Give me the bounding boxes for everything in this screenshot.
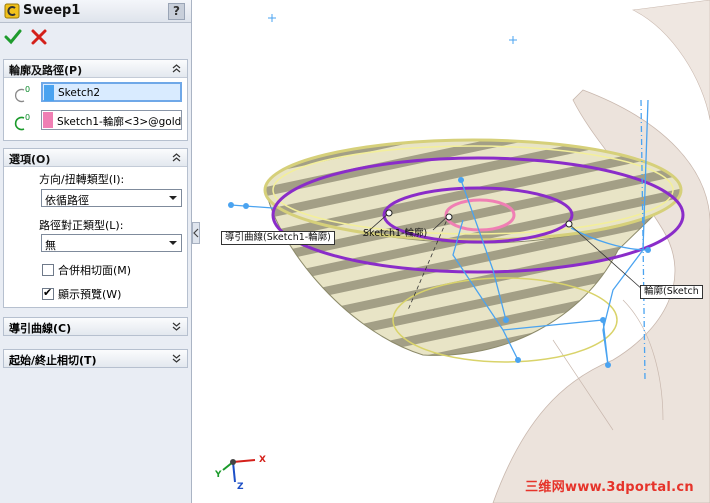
path-color-swatch — [43, 112, 53, 128]
svg-text:0: 0 — [25, 85, 30, 94]
origin-markers — [268, 14, 517, 44]
profile-callout[interactable]: 輪廓(Sketch — [640, 285, 703, 299]
dropdown-arrow-icon[interactable] — [165, 190, 181, 206]
graphics-area[interactable]: 導引曲線(Sketch1-輪廓) Sketch1-輪廓) 輪廓(Sketch X… — [193, 0, 710, 503]
merge-tangent-faces-label: 合併相切面(M) — [58, 264, 132, 277]
path-selection-field[interactable]: Sketch1-輪廓<3>@gold- — [41, 110, 182, 130]
options-header[interactable]: 選項(O) — [4, 149, 187, 167]
orientation-value: 依循路徑 — [45, 194, 89, 207]
path-align-dropdown[interactable]: 無 — [41, 234, 182, 252]
triad-y-label: Y — [215, 470, 222, 480]
options-group: 選項(O) 方向/扭轉類型(I): 依循路徑 路徑對正類型(L): 無 合併相切… — [3, 148, 188, 308]
triad-z-label: Z — [237, 482, 244, 492]
title-bar: Sweep1 ? — [0, 0, 191, 23]
path-align-value: 無 — [45, 239, 56, 252]
expand-chevron-icon[interactable] — [170, 321, 183, 333]
start-end-tangency-group[interactable]: 起始/終止相切(T) — [3, 349, 188, 368]
confirm-bar — [0, 23, 191, 51]
show-preview-checkbox[interactable]: ✔ — [42, 286, 54, 300]
sketch-callout-partial[interactable]: Sketch1-輪廓) — [359, 227, 431, 241]
path-align-label: 路徑對正類型(L): — [39, 219, 124, 232]
dropdown-arrow-icon[interactable] — [165, 235, 181, 251]
guide-curves-group[interactable]: 導引曲線(C) — [3, 317, 188, 336]
profile-path-title: 輪廓及路徑(P) — [9, 64, 83, 77]
merge-tangent-faces-checkbox[interactable] — [42, 264, 54, 276]
profile-icon: 0 — [14, 85, 30, 103]
orientation-label: 方向/扭轉類型(I): — [39, 173, 125, 186]
sweep-bowl-rim — [263, 138, 683, 242]
ghosted-body-top — [631, 0, 710, 121]
axis-triad-icon — [222, 459, 256, 483]
guide-curves-title: 導引曲線(C) — [9, 322, 72, 335]
profile-color-swatch — [44, 85, 54, 101]
cancel-button[interactable] — [30, 28, 48, 46]
feature-title: Sweep1 — [23, 3, 81, 18]
model-preview — [222, 0, 710, 503]
orientation-dropdown[interactable]: 依循路徑 — [41, 189, 182, 207]
profile-selection-field[interactable]: Sketch2 — [41, 82, 182, 102]
profile-value: Sketch2 — [58, 87, 101, 99]
start-end-tangency-title: 起始/終止相切(T) — [9, 354, 97, 367]
expand-chevron-icon[interactable] — [170, 353, 183, 365]
collapse-chevron-icon[interactable] — [170, 62, 183, 74]
ok-button[interactable] — [4, 28, 22, 46]
guide-curve-callout[interactable]: 導引曲線(Sketch1-輪廓) — [221, 231, 335, 245]
property-manager: Sweep1 ? 輪廓及路徑(P) 0 Sketch2 0 Sketch1-輪廓… — [0, 0, 192, 503]
svg-text:0: 0 — [25, 113, 30, 122]
profile-path-group: 輪廓及路徑(P) 0 Sketch2 0 Sketch1-輪廓<3>@gold- — [3, 59, 188, 141]
options-title: 選項(O) — [9, 153, 51, 166]
help-button[interactable]: ? — [168, 3, 185, 20]
path-icon: 0 — [14, 113, 30, 131]
show-preview-label: 顯示預覽(W) — [58, 288, 122, 301]
profile-path-header[interactable]: 輪廓及路徑(P) — [4, 60, 187, 78]
site-watermark: 三维网www.3dportal.cn — [525, 480, 694, 495]
triad-x-label: X — [259, 455, 266, 465]
sweep-feature-icon — [4, 3, 20, 19]
checkmark-icon: ✔ — [43, 286, 53, 299]
path-value: Sketch1-輪廓<3>@gold- — [57, 116, 181, 128]
collapse-chevron-icon[interactable] — [170, 151, 183, 163]
